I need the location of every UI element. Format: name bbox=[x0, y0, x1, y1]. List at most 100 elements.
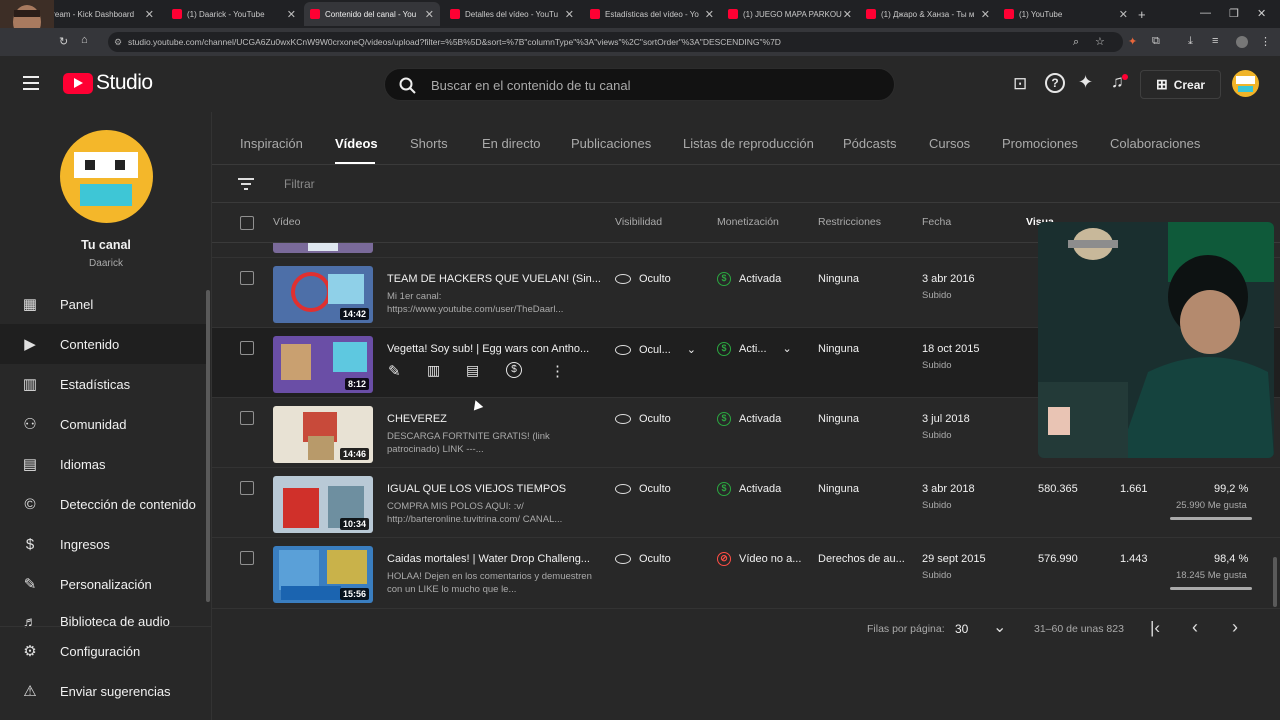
row-checkbox[interactable] bbox=[240, 481, 254, 495]
tab-courses[interactable]: Cursos bbox=[929, 136, 970, 151]
sidebar-item-earn[interactable]: $ Ingresos bbox=[0, 524, 206, 564]
edit-pencil-icon[interactable]: ✎ bbox=[388, 362, 401, 380]
column-restrictions[interactable]: Restricciones bbox=[818, 216, 881, 228]
select-all-checkbox[interactable] bbox=[240, 216, 254, 230]
browser-tab[interactable]: Detalles del vídeo - YouTu ✕ bbox=[444, 2, 580, 26]
account-avatar[interactable] bbox=[1232, 70, 1259, 97]
help-icon[interactable]: ? bbox=[1045, 73, 1065, 93]
row-checkbox[interactable] bbox=[240, 411, 254, 425]
youtube-logo-icon[interactable] bbox=[63, 73, 93, 94]
search-input[interactable]: Buscar en el contenido de tu canal bbox=[431, 78, 630, 93]
row-checkbox[interactable] bbox=[240, 341, 254, 355]
home-icon[interactable]: ⌂ bbox=[81, 34, 88, 46]
row-checkbox[interactable] bbox=[240, 271, 254, 285]
column-monetization[interactable]: Monetización bbox=[717, 216, 779, 228]
minimize-icon[interactable]: — bbox=[1200, 7, 1211, 19]
download-icon[interactable]: ⤓ bbox=[1188, 35, 1193, 48]
close-window-icon[interactable]: ✕ bbox=[1257, 7, 1266, 20]
chevron-down-icon[interactable]: ⌄ bbox=[687, 344, 696, 356]
close-tab-icon[interactable]: ✕ bbox=[843, 8, 852, 21]
browser-tab-active[interactable]: Contenido del canal - You ✕ bbox=[304, 2, 440, 26]
zoom-icon[interactable]: ⌕ bbox=[1073, 36, 1079, 49]
media-icon[interactable]: ≡ bbox=[1212, 35, 1218, 47]
previous-page-icon[interactable]: ‹ bbox=[1192, 617, 1198, 638]
new-tab-icon[interactable]: + bbox=[1138, 7, 1146, 22]
tab-videos[interactable]: Vídeos bbox=[335, 136, 378, 151]
sidebar-item-analytics[interactable]: ▥ Estadísticas bbox=[0, 364, 206, 404]
table-scrollbar[interactable] bbox=[1273, 557, 1277, 607]
bookmark-star-icon[interactable]: ☆ bbox=[1095, 35, 1105, 48]
tab-podcasts[interactable]: Pódcasts bbox=[843, 136, 896, 151]
tab-promotions[interactable]: Promociones bbox=[1002, 136, 1078, 151]
sidebar-item-settings[interactable]: ⚙ Configuración bbox=[0, 631, 206, 671]
monetization-cell[interactable]: $ Activada bbox=[717, 412, 781, 426]
browser-tab[interactable]: (1) JUEGO MAPA PARKOU ✕ bbox=[722, 2, 858, 26]
video-thumbnail[interactable]: 14:42 bbox=[273, 266, 373, 323]
chevron-down-icon[interactable]: ⌄ bbox=[993, 617, 1006, 637]
sidebar-item-content-detection[interactable]: © Detección de contenido bbox=[0, 484, 206, 524]
next-page-icon[interactable]: › bbox=[1232, 617, 1238, 638]
monetization-cell[interactable]: ⊘ Vídeo no a... bbox=[717, 552, 801, 566]
tab-inspiration[interactable]: Inspiración bbox=[240, 136, 303, 151]
analytics-icon[interactable]: ▥ bbox=[427, 362, 440, 379]
tab-playlists[interactable]: Listas de reproducción bbox=[683, 136, 814, 151]
sidebar-item-panel[interactable]: ▦ Panel bbox=[0, 284, 206, 324]
sidebar-item-languages[interactable]: ▤ Idiomas bbox=[0, 444, 206, 484]
close-tab-icon[interactable]: ✕ bbox=[705, 8, 714, 21]
reload-icon[interactable]: ↻ bbox=[59, 35, 68, 48]
browser-tab[interactable]: (1) YouTube ✕ bbox=[998, 2, 1134, 26]
video-thumbnail[interactable]: 14:46 bbox=[273, 406, 373, 463]
close-tab-icon[interactable]: ✕ bbox=[565, 8, 574, 21]
comments-icon[interactable]: ▤ bbox=[466, 362, 479, 379]
tab-shorts[interactable]: Shorts bbox=[410, 136, 448, 151]
browser-tab[interactable]: Estadísticas del vídeo - Yo ✕ bbox=[584, 2, 720, 26]
more-options-icon[interactable]: ⋮ bbox=[550, 362, 565, 380]
extension-icon[interactable]: ✦ bbox=[1128, 35, 1137, 48]
tab-live[interactable]: En directo bbox=[482, 136, 541, 151]
browser-tab[interactable]: tream - Kick Dashboard ✕ bbox=[50, 2, 160, 26]
filter-input[interactable]: Filtrar bbox=[284, 177, 315, 191]
video-thumbnail[interactable]: 10:34 bbox=[273, 476, 373, 533]
search-bar[interactable]: Buscar en el contenido de tu canal bbox=[384, 68, 895, 101]
table-row[interactable]: 10:34 IGUAL QUE LOS VIEJOS TIEMPOS COMPR… bbox=[212, 467, 1280, 537]
sidebar-scrollbar[interactable] bbox=[206, 290, 210, 602]
sidebar-item-community[interactable]: ⚇ Comunidad bbox=[0, 404, 206, 444]
sidebar-item-customization[interactable]: ✎ Personalización bbox=[0, 564, 206, 604]
sparkle-icon[interactable]: ✦ bbox=[1078, 72, 1093, 93]
site-info-icon[interactable]: ⚙ bbox=[114, 32, 122, 52]
close-tab-icon[interactable]: ✕ bbox=[287, 8, 296, 21]
visibility-cell[interactable]: Oculto bbox=[615, 553, 671, 565]
monetization-dropdown[interactable]: $ Acti... ⌄ bbox=[717, 342, 792, 357]
sidebar-item-audio-library[interactable]: ♬ Biblioteca de audio bbox=[0, 604, 206, 628]
tab-posts[interactable]: Publicaciones bbox=[571, 136, 651, 151]
table-row[interactable]: 15:56 Caidas mortales! | Water Drop Chal… bbox=[212, 537, 1280, 607]
video-title[interactable]: Vegetta! Soy sub! | Egg wars con Antho..… bbox=[387, 343, 589, 355]
video-thumbnail[interactable]: 15:56 bbox=[273, 546, 373, 603]
browser-tab[interactable]: (1) Daarick - YouTube ✕ bbox=[166, 2, 302, 26]
browser-tab[interactable]: (1) Джаро & Ханза - Ты м ✕ bbox=[860, 2, 996, 26]
monetization-icon[interactable]: $ bbox=[506, 362, 522, 378]
close-tab-icon[interactable]: ✕ bbox=[425, 8, 434, 21]
sidebar-item-content[interactable]: ▶ Contenido bbox=[0, 324, 206, 364]
video-title[interactable]: IGUAL QUE LOS VIEJOS TIEMPOS bbox=[387, 483, 566, 495]
tab-collaborations[interactable]: Colaboraciones bbox=[1110, 136, 1200, 151]
extensions-puzzle-icon[interactable]: ⧉ bbox=[1152, 35, 1160, 48]
browser-menu-icon[interactable]: ⋮ bbox=[1260, 35, 1271, 48]
first-page-icon[interactable]: |‹ bbox=[1150, 618, 1160, 638]
channel-avatar[interactable] bbox=[60, 130, 153, 223]
hamburger-menu-icon[interactable] bbox=[23, 76, 39, 90]
monetization-cell[interactable]: $ Activada bbox=[717, 272, 781, 286]
column-date[interactable]: Fecha bbox=[922, 216, 951, 228]
video-title[interactable]: Caidas mortales! | Water Drop Challeng..… bbox=[387, 553, 590, 565]
visibility-cell[interactable]: Oculto bbox=[615, 483, 671, 495]
chevron-down-icon[interactable]: ⌄ bbox=[783, 343, 792, 355]
visibility-cell[interactable]: Oculto bbox=[615, 413, 671, 425]
create-button[interactable]: ⊞ Crear bbox=[1140, 70, 1221, 99]
video-title[interactable]: TEAM DE HACKERS QUE VUELAN! (Sin... bbox=[387, 273, 601, 285]
url-field[interactable]: ⚙ studio.youtube.com/channel/UCGA6Zu0wxK… bbox=[108, 32, 1123, 52]
filter-icon[interactable] bbox=[238, 178, 254, 190]
sidebar-item-feedback[interactable]: ⚠ Enviar sugerencias bbox=[0, 671, 206, 711]
close-tab-icon[interactable]: ✕ bbox=[981, 8, 990, 21]
video-thumbnail[interactable]: 8:12 bbox=[273, 336, 373, 393]
close-tab-icon[interactable]: ✕ bbox=[1119, 8, 1128, 21]
